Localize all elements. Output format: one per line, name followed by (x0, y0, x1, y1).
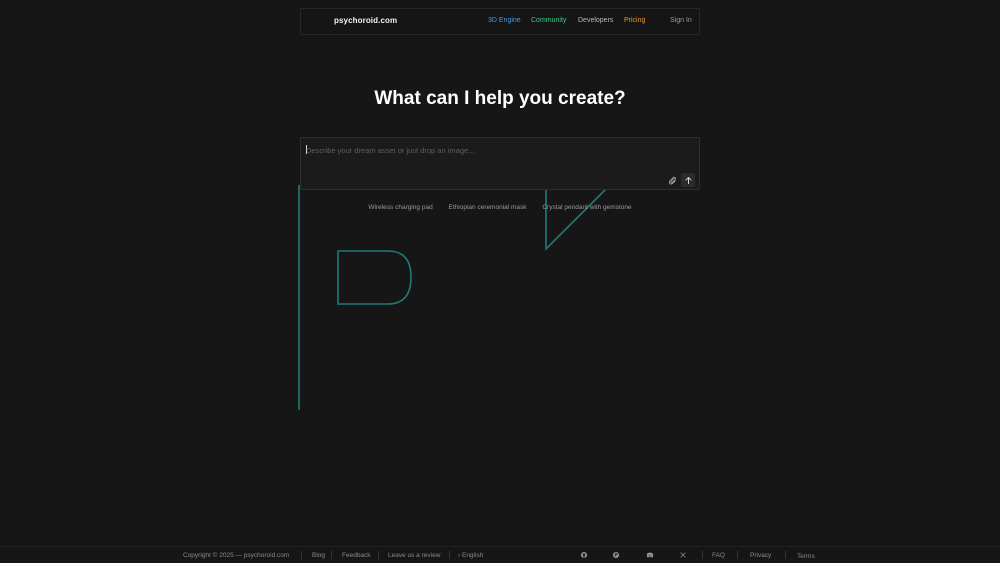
brand-logo-text[interactable]: psychoroid.com (334, 16, 397, 25)
prompt-suggestions: Wireless charging pad Ethiopian ceremoni… (0, 204, 1000, 211)
page-headline: What can I help you create? (374, 88, 626, 109)
privacy-link[interactable]: Privacy (750, 552, 771, 559)
prompt-box (300, 137, 700, 190)
nav-3d-engine[interactable]: 3D Engine (488, 17, 521, 24)
text-caret (306, 145, 307, 154)
nav-developers[interactable]: Developers (578, 17, 613, 24)
footer-divider (785, 551, 786, 559)
nav-pricing[interactable]: Pricing (624, 17, 645, 24)
leave-review-link[interactable]: Leave us a review (388, 552, 440, 559)
top-navigation-bar: psychoroid.com 3D Engine Community Devel… (300, 8, 700, 35)
chevron-right-icon: › (458, 552, 461, 559)
arrow-up-icon (684, 176, 692, 184)
feedback-link[interactable]: Feedback (342, 552, 371, 559)
discord-icon[interactable] (646, 551, 654, 559)
footer-divider (331, 551, 332, 559)
product-hunt-icon[interactable] (612, 551, 620, 559)
footer: Copyright © 2025 — psychoroid.com Blog F… (0, 546, 1000, 563)
paperclip-icon (668, 176, 676, 185)
prompt-input[interactable] (306, 144, 691, 156)
language-selector[interactable]: › English (458, 552, 483, 559)
footer-divider (378, 551, 379, 559)
suggestion-item[interactable]: Ethiopian ceremonial mask (449, 204, 527, 211)
footer-divider (737, 551, 738, 559)
attach-button[interactable] (665, 173, 679, 187)
sign-in-link[interactable]: Sign In (670, 17, 692, 24)
footer-divider (702, 551, 703, 559)
language-label: English (461, 552, 484, 559)
x-icon[interactable] (679, 551, 687, 559)
suggestion-item[interactable]: Wireless charging pad (368, 204, 432, 211)
blog-link[interactable]: Blog (312, 552, 325, 559)
terms-link[interactable]: Terms (797, 553, 815, 560)
suggestion-item[interactable]: Crystal pendant with gemstone (542, 204, 631, 211)
background-logo-graphic (298, 175, 607, 410)
logo-stroke-bowl (337, 250, 412, 305)
send-button[interactable] (681, 173, 695, 187)
copyright-text: Copyright © 2025 — psychoroid.com (183, 552, 290, 559)
nav-community[interactable]: Community (531, 17, 566, 24)
footer-divider (301, 551, 302, 559)
faq-link[interactable]: FAQ (712, 552, 725, 559)
github-icon[interactable] (580, 551, 588, 559)
footer-divider (449, 551, 450, 559)
